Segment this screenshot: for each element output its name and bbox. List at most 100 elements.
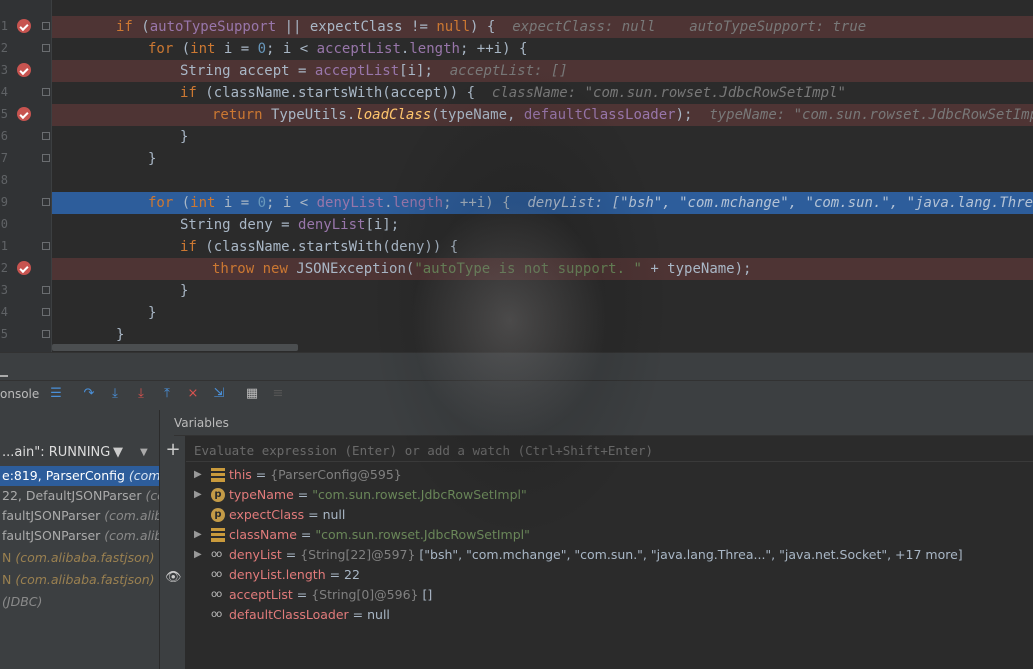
line-number: 8: [0, 173, 8, 187]
code-editor[interactable]: 1 2 3 4 5 6 7 8 9 0 1 2 3 4 5 if (autoTy…: [0, 0, 1033, 352]
stack-frame[interactable]: N (com.alibaba.fastjson): [0, 548, 159, 568]
drop-frame-icon[interactable]: ⨯: [185, 386, 201, 402]
code-line[interactable]: }: [52, 280, 1033, 302]
code-line[interactable]: String accept = acceptList[i]; acceptLis…: [52, 60, 1033, 82]
breakpoint-icon[interactable]: [17, 19, 31, 33]
field-icon: [211, 468, 225, 482]
fold-icon[interactable]: [42, 88, 50, 96]
fold-icon[interactable]: [42, 154, 50, 162]
field-icon: [211, 528, 225, 542]
inline-value-hint: acceptList: []: [449, 63, 568, 79]
evaluate-input[interactable]: Evaluate expression (Enter) or add a wat…: [186, 440, 1033, 462]
expand-arrow-icon[interactable]: ▶: [194, 485, 202, 505]
variable-row[interactable]: ▶ p typeName = "com.sun.rowset.JdbcRowSetI…: [186, 485, 1033, 505]
fold-icon[interactable]: [42, 198, 50, 206]
fold-icon[interactable]: [42, 286, 50, 294]
force-step-into-icon[interactable]: ⤓: [133, 386, 149, 402]
parameter-icon: p: [211, 488, 225, 502]
line-number: 0: [0, 217, 8, 231]
line-number: 3: [0, 283, 8, 297]
expand-arrow-icon[interactable]: ▶: [194, 525, 202, 545]
chevron-down-icon[interactable]: ▼: [140, 440, 148, 466]
breakpoint-icon[interactable]: [17, 63, 31, 77]
step-over-icon[interactable]: ↷: [81, 386, 97, 402]
code-line[interactable]: }: [52, 324, 1033, 346]
watch-eye-icon[interactable]: 👁: [165, 570, 182, 586]
run-to-cursor-icon[interactable]: ⇲: [211, 386, 227, 402]
variables-header: Variables: [174, 410, 1033, 436]
thread-label: ...ain": RUNNING: [2, 445, 111, 460]
variable-row[interactable]: ▶ className = "com.sun.rowset.JdbcRowSetI…: [186, 525, 1033, 545]
variables-sidebar: + 👁: [160, 410, 186, 669]
watch-oo-icon: oo: [211, 549, 222, 560]
variable-row[interactable]: ▶ this = {ParserConfig@595}: [186, 465, 1033, 485]
watch-oo-icon: oo: [211, 589, 222, 600]
line-number: 1: [0, 19, 8, 33]
tab-console[interactable]: onsole: [0, 387, 39, 401]
line-number: 6: [0, 129, 8, 143]
editor-gutter[interactable]: 1 2 3 4 5 6 7 8 9 0 1 2 3 4 5: [0, 0, 52, 352]
code-line[interactable]: for (int i = 0; i < acceptList.length; +…: [52, 38, 1033, 60]
evaluate-expression-icon[interactable]: ▦: [244, 386, 260, 402]
line-number: 5: [0, 107, 8, 121]
stack-frame[interactable]: 22, DefaultJSONParser (com: [0, 486, 159, 506]
fold-icon[interactable]: [42, 330, 50, 338]
add-watch-icon[interactable]: +: [165, 441, 181, 459]
fold-icon[interactable]: [42, 132, 50, 140]
stack-frame[interactable]: e:819, ParserConfig (com.ali: [0, 466, 159, 486]
code-line[interactable]: return TypeUtils.loadClass(typeName, def…: [52, 104, 1033, 126]
debug-toolbar: onsole ☰ ↷ ⤓ ⤓ ⤒ ⨯ ⇲ ▦ ≡: [0, 352, 1033, 410]
variable-row[interactable]: ▶ oo denyList = {String[22]@597} ["bsh", "…: [186, 545, 1033, 565]
step-out-icon[interactable]: ⤒: [159, 386, 175, 402]
line-number: 4: [0, 85, 8, 99]
inline-value-hint: className: "com.sun.rowset.JdbcRowSetImp…: [491, 85, 846, 101]
code-line[interactable]: if (className.startsWith(deny)) {: [52, 236, 1033, 258]
variable-row[interactable]: p expectClass = null: [186, 505, 1033, 525]
watch-oo-icon: oo: [211, 609, 222, 620]
inline-value-hint: typeName: "com.sun.rowset.JdbcRowSetImpl…: [709, 107, 1033, 123]
line-number: 1: [0, 239, 8, 253]
frames-panel: ...ain": RUNNING ▼ ▼ e:819, ParserConfig…: [0, 410, 160, 669]
variables-panel: Variables Evaluate expression (Enter) or…: [174, 410, 1033, 669]
stack-frame[interactable]: faultJSONParser (com.aliba: [0, 526, 159, 546]
expand-arrow-icon[interactable]: ▶: [194, 465, 202, 485]
filter-icon[interactable]: ▼: [113, 440, 123, 466]
show-execution-point-icon[interactable]: ☰: [48, 386, 64, 402]
variables-title: Variables: [174, 416, 229, 430]
code-line[interactable]: }: [52, 126, 1033, 148]
divider: [0, 380, 1033, 381]
code-line[interactable]: if (className.startsWith(accept)) { clas…: [52, 82, 1033, 104]
line-number: 2: [0, 41, 8, 55]
expand-arrow-icon[interactable]: ▶: [194, 545, 202, 565]
line-number: 3: [0, 63, 8, 77]
thread-selector[interactable]: ...ain": RUNNING ▼ ▼: [0, 440, 159, 466]
breakpoint-icon[interactable]: [17, 261, 31, 275]
variable-row[interactable]: oo denyList.length = 22: [186, 565, 1033, 585]
line-number: 4: [0, 305, 8, 319]
parameter-icon: p: [211, 508, 225, 522]
breakpoint-icon[interactable]: [17, 107, 31, 121]
minimize-icon[interactable]: [0, 375, 8, 377]
variable-row[interactable]: oo defaultClassLoader = null: [186, 605, 1033, 625]
fold-icon[interactable]: [42, 22, 50, 30]
stack-frame[interactable]: N (com.alibaba.fastjson): [0, 570, 159, 590]
variable-row[interactable]: oo acceptList = {String[0]@596} []: [186, 585, 1033, 605]
fold-icon[interactable]: [42, 308, 50, 316]
current-execution-line[interactable]: for (int i = 0; i < denyList.length; ++i…: [52, 192, 1033, 214]
fold-icon[interactable]: [42, 44, 50, 52]
more-icon[interactable]: ≡: [270, 386, 286, 402]
stack-frame[interactable]: faultJSONParser (com.aliba: [0, 506, 159, 526]
code-line[interactable]: if (autoTypeSupport || expectClass != nu…: [52, 16, 1033, 38]
line-number: 7: [0, 151, 8, 165]
stack-frame[interactable]: (JDBC): [0, 592, 159, 612]
line-number: 9: [0, 195, 8, 209]
code-line[interactable]: String deny = denyList[i];: [52, 214, 1033, 236]
line-number: 5: [0, 327, 8, 341]
line-number: 2: [0, 261, 8, 275]
step-into-icon[interactable]: ⤓: [107, 386, 123, 402]
code-line[interactable]: throw new JSONException("autoType is not…: [52, 258, 1033, 280]
code-line[interactable]: }: [52, 148, 1033, 170]
code-line[interactable]: }: [52, 302, 1033, 324]
horizontal-scrollbar[interactable]: [52, 344, 298, 351]
fold-icon[interactable]: [42, 242, 50, 250]
